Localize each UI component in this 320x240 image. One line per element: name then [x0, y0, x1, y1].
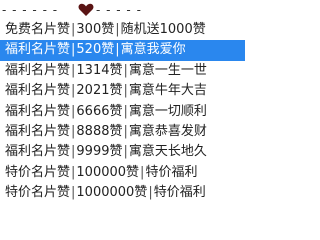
list-item[interactable]: 免费名片赞|300赞|随机送1000赞	[0, 20, 320, 40]
separator: |	[71, 62, 76, 78]
separator: |	[148, 185, 153, 201]
item-count: 300赞	[76, 22, 115, 37]
separator: |	[71, 22, 76, 37]
item-name: 福利名片赞	[5, 62, 71, 78]
separator: |	[71, 123, 76, 139]
list-item[interactable]: 福利名片赞|1314赞|寓意一生一世	[0, 61, 320, 81]
item-name: 福利名片赞	[5, 42, 71, 58]
separator: |	[123, 103, 128, 119]
item-count: 1000000赞	[76, 185, 148, 201]
item-name: 特价名片赞	[5, 164, 71, 180]
item-name: 特价名片赞	[5, 185, 71, 201]
header-dashes-left: - - - - - -	[2, 3, 59, 17]
separator: |	[123, 62, 128, 78]
menu-header: - - - - - - - - - - -	[0, 1, 320, 19]
package-list: 免费名片赞|300赞|随机送1000赞 福利名片赞|520赞|寓意我爱你 福利名…	[0, 20, 320, 204]
separator: |	[140, 164, 145, 180]
heart-icon	[78, 3, 94, 17]
item-desc: 特价福利	[153, 185, 206, 201]
separator: |	[71, 144, 76, 160]
item-desc: 寓意牛年大吉	[128, 83, 207, 99]
item-count: 6666赞	[76, 103, 123, 119]
item-name: 免费名片赞	[5, 22, 71, 37]
item-desc: 特价福利	[145, 164, 198, 180]
header-dashes-right: - - - - -	[96, 3, 142, 17]
separator: |	[71, 164, 76, 180]
list-item[interactable]: 福利名片赞|9999赞|寓意天长地久	[0, 142, 320, 162]
separator: |	[123, 123, 128, 139]
list-item[interactable]: 福利名片赞|8888赞|寓意恭喜发财	[0, 122, 320, 142]
item-desc: 寓意我爱你	[120, 42, 186, 58]
separator: |	[71, 103, 76, 119]
item-count: 9999赞	[76, 144, 123, 160]
item-desc: 寓意恭喜发财	[128, 123, 207, 139]
separator: |	[71, 42, 76, 58]
item-count: 1314赞	[76, 62, 123, 78]
separator: |	[115, 22, 120, 37]
item-desc: 寓意一切顺利	[128, 103, 207, 119]
separator: |	[71, 185, 76, 201]
item-desc: 寓意天长地久	[128, 144, 207, 160]
item-count: 2021赞	[76, 83, 123, 99]
list-item[interactable]: 特价名片赞|100000赞|特价福利	[0, 163, 320, 183]
item-desc: 寓意一生一世	[128, 62, 207, 78]
item-count: 8888赞	[76, 123, 123, 139]
item-name: 福利名片赞	[5, 144, 71, 160]
item-count: 520赞	[76, 42, 115, 58]
item-name: 福利名片赞	[5, 123, 71, 139]
item-name: 福利名片赞	[5, 83, 71, 99]
list-item[interactable]: 福利名片赞|2021赞|寓意牛年大吉	[0, 81, 320, 101]
item-name: 福利名片赞	[5, 103, 71, 119]
separator: |	[123, 83, 128, 99]
list-item[interactable]: 特价名片赞|1000000赞|特价福利	[0, 183, 320, 203]
separator: |	[71, 83, 76, 99]
separator: |	[115, 42, 120, 58]
item-desc: 随机送1000赞	[120, 22, 206, 37]
list-item-selected[interactable]: 福利名片赞|520赞|寓意我爱你	[0, 40, 245, 61]
item-count: 100000赞	[76, 164, 140, 180]
separator: |	[123, 144, 128, 160]
list-item[interactable]: 福利名片赞|6666赞|寓意一切顺利	[0, 102, 320, 122]
